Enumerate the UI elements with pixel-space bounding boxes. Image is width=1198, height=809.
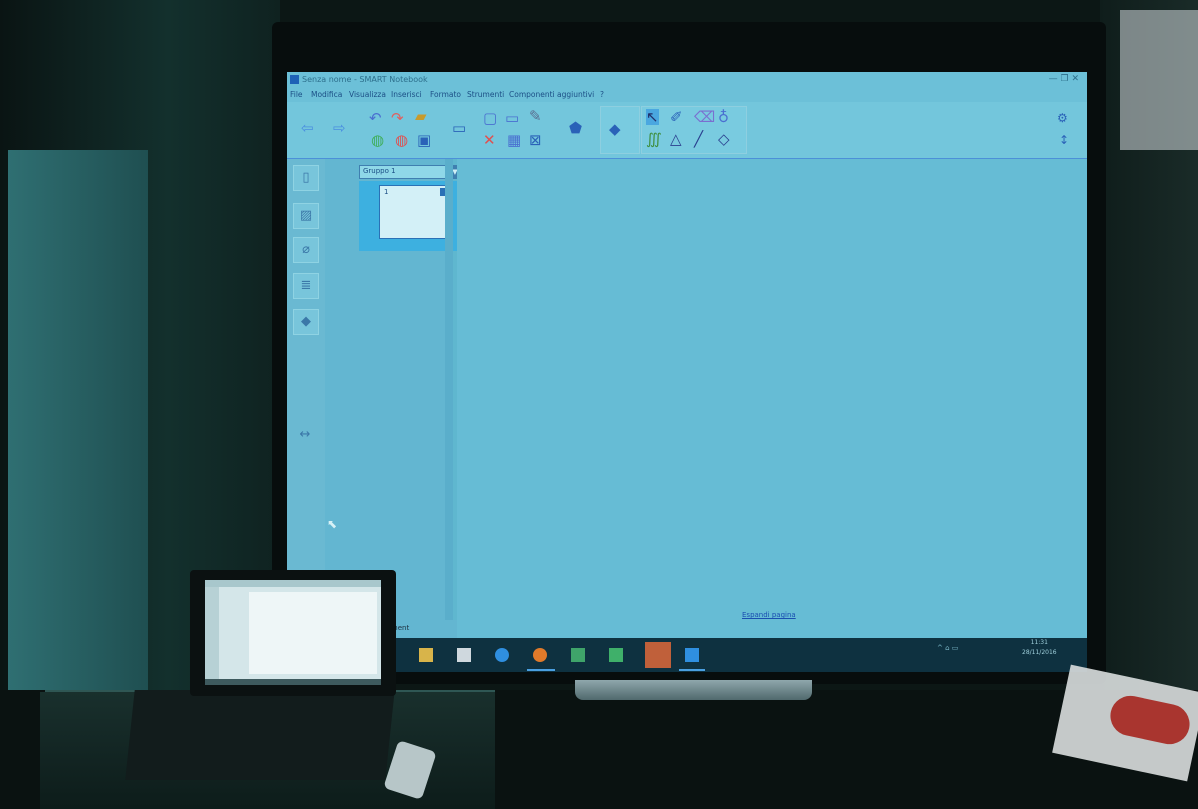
app-sheets-icon[interactable] <box>609 648 623 662</box>
group-select-value: Gruppo 1 <box>363 167 396 175</box>
menu-modifica[interactable]: Modifica <box>311 90 342 99</box>
undo-icon[interactable]: ↶ <box>369 110 382 126</box>
page-delete-icon[interactable]: ◍ <box>395 132 408 148</box>
wall-poster <box>1120 10 1198 150</box>
taskbar-clock[interactable]: 11:31 28/11/2016 <box>1022 638 1057 658</box>
line-icon[interactable]: ╱ <box>694 131 703 147</box>
eraser-icon[interactable]: ⌫ <box>694 109 715 125</box>
page-thumbnail[interactable]: 1 <box>379 185 451 239</box>
app-green-icon[interactable] <box>571 648 585 662</box>
laptop-base <box>125 690 395 780</box>
notebook-app-icon <box>290 75 299 84</box>
menu-visualizza[interactable]: Visualizza <box>349 90 386 99</box>
sorter-scrollbar[interactable] <box>445 159 453 639</box>
shape-icon[interactable]: ◇ <box>718 131 730 147</box>
save-icon[interactable]: ▣ <box>417 132 431 148</box>
window-controls[interactable]: — ❐ ✕ <box>1049 74 1079 84</box>
smart-notebook-taskbar-icon[interactable] <box>645 642 671 668</box>
delete-icon[interactable]: ✕ <box>483 132 496 148</box>
drawing-tools-group: ↖ ✐ ⌫ ♁ ∭ △ ╱ ◇ <box>641 106 747 154</box>
file-explorer-icon[interactable] <box>419 648 433 662</box>
menu-inserisci[interactable]: Inserisci <box>391 90 422 99</box>
page-number: 1 <box>384 188 389 196</box>
laptop-taskbar <box>205 679 381 685</box>
windows-taskbar: ^ ⌂ ▭ 11:31 28/11/2016 <box>287 638 1087 672</box>
firefox-icon[interactable] <box>533 648 547 662</box>
notebook-canvas[interactable]: Espandi pagina <box>457 159 1087 672</box>
edge-icon[interactable] <box>495 648 509 662</box>
arrow-left-icon[interactable]: ⇦ <box>301 120 314 136</box>
laptop-canvas <box>249 592 377 674</box>
menu-strumenti[interactable]: Strumenti <box>467 90 504 99</box>
wall-panel <box>8 150 148 750</box>
gallery-icon[interactable]: ▨ <box>293 203 319 229</box>
screen-show-icon[interactable]: ▭ <box>452 120 466 136</box>
page-sorter-icon[interactable]: ▯ <box>293 165 319 191</box>
mouse-cursor-icon: ⬉ <box>327 517 338 531</box>
creative-pen-icon[interactable]: ∭ <box>646 131 662 147</box>
fill-icon[interactable]: ♁ <box>718 109 729 125</box>
pen-icon[interactable]: ✐ <box>670 109 683 125</box>
menu-formato[interactable]: Formato <box>430 90 461 99</box>
whiteboard-stand <box>575 680 812 700</box>
magic-pen-icon[interactable]: ✎ <box>529 108 542 124</box>
laptop-window-title <box>205 580 381 587</box>
settings-icon[interactable]: ⚙ <box>1057 110 1068 126</box>
whiteboard-screen: Senza nome - SMART Notebook — ❐ ✕ File M… <box>287 72 1087 672</box>
menu-help[interactable]: ? <box>600 90 604 99</box>
system-tray-icons[interactable]: ^ ⌂ ▭ <box>937 644 958 652</box>
response-group: ◆ <box>600 106 640 154</box>
clock-time: 11:31 <box>1030 639 1048 646</box>
fullscreen-icon[interactable]: ⊠ <box>529 132 542 148</box>
paste-icon[interactable]: ▢ <box>483 110 497 126</box>
expand-sidebar-icon[interactable]: ↔ <box>293 423 317 447</box>
clock-date: 28/11/2016 <box>1022 649 1057 656</box>
attachments-icon[interactable]: ⌀ <box>293 237 319 263</box>
response-icon[interactable]: ◆ <box>609 121 621 137</box>
laptop-sidebar <box>205 587 219 685</box>
menu-componenti[interactable]: Componenti aggiuntivi <box>509 90 594 99</box>
triangle-icon[interactable]: △ <box>670 131 682 147</box>
active-app-indicator <box>527 669 555 671</box>
menu-file[interactable]: File <box>290 90 303 99</box>
addons-icon[interactable]: ◆ <box>293 309 319 335</box>
expand-page-link[interactable]: Espandi pagina <box>742 611 796 619</box>
title-bar: Senza nome - SMART Notebook — ❐ ✕ <box>287 72 1087 88</box>
app-blue-icon[interactable] <box>685 648 699 662</box>
toolbar-move-icon[interactable]: ↕ <box>1059 132 1069 148</box>
running-app-indicator <box>679 669 705 671</box>
store-icon[interactable] <box>457 648 471 662</box>
screen-shade-icon[interactable]: ▭ <box>505 110 519 126</box>
page-add-icon[interactable]: ◍ <box>371 132 384 148</box>
properties-icon[interactable]: ≣ <box>293 273 319 299</box>
table-icon[interactable]: ▦ <box>507 132 521 148</box>
share-icon[interactable]: ⬟ <box>569 120 582 136</box>
select-arrow-icon[interactable]: ↖ <box>646 109 659 125</box>
redo-icon[interactable]: ↷ <box>391 110 404 126</box>
folder-icon[interactable]: ▰ <box>415 108 427 124</box>
menu-bar: File Modifica Visualizza Inserisci Forma… <box>287 88 1087 102</box>
toolbar: ⇦ ⇨ ↶ ↷ ▰ ◍ ◍ ▣ ▭ ▢ ▭ ✎ ✕ ▦ ⊠ ⬟ ◆ ↖ ✐ ⌫ … <box>287 102 1087 159</box>
window-title: Senza nome - SMART Notebook <box>302 75 428 84</box>
laptop-screen <box>205 580 381 685</box>
arrow-right-icon[interactable]: ⇨ <box>333 120 346 136</box>
